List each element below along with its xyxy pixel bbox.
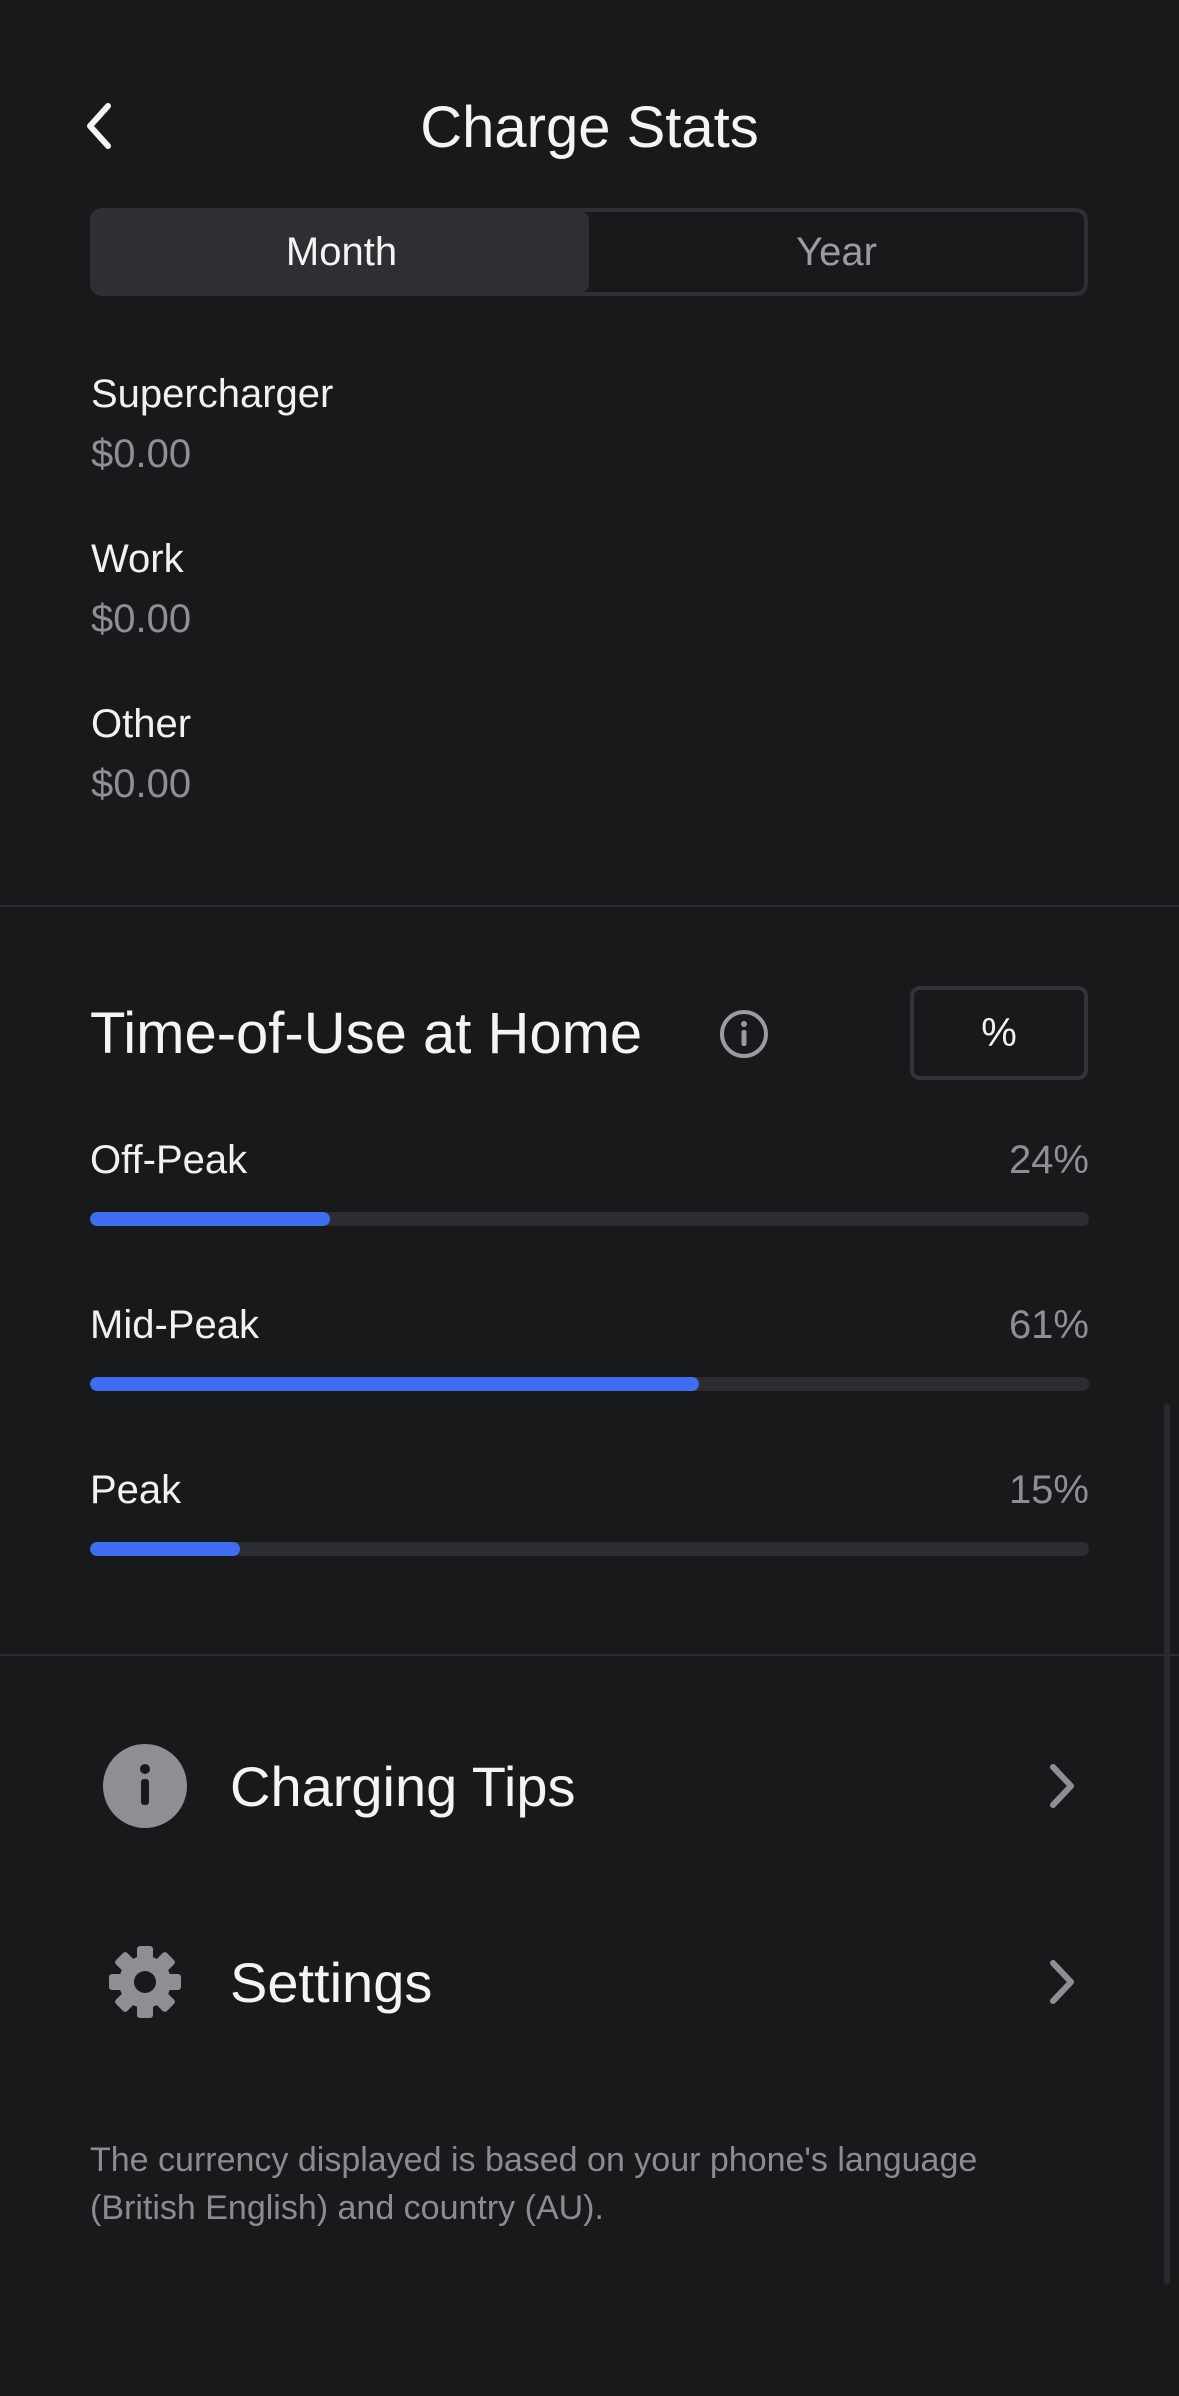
chevron-right-icon [1033,1954,1089,2010]
location-name: Other [91,702,192,746]
tou-percent: 61% [1008,1302,1089,1347]
charging-tips-row[interactable]: Charging Tips [90,1716,1089,1856]
period-segmented-control: Month Year [90,208,1088,296]
progress-track [90,1377,1089,1391]
tou-percent: 15% [1008,1467,1089,1512]
tou-label: Mid-Peak [90,1302,259,1347]
gear-icon [90,1927,200,2037]
charging-tips-label: Charging Tips [230,1754,576,1818]
settings-row[interactable]: Settings [90,1912,1089,2052]
section-divider [0,1654,1179,1656]
tab-month[interactable]: Month [94,212,589,292]
location-work: Work $0.00 [91,531,1089,696]
progress-track [90,1542,1089,1556]
progress-fill [90,1212,330,1226]
chevron-right-icon [1033,1758,1089,1814]
progress-fill [90,1377,700,1391]
charging-location-list: Supercharger $0.00 Work $0.00 Other $0.0… [91,366,1089,861]
tou-row-peak: Peak 15% [90,1462,1089,1627]
settings-label: Settings [230,1950,433,2014]
section-divider [0,905,1179,907]
time-of-use-title: Time-of-Use at Home [90,1001,643,1066]
currency-footnote: The currency displayed is based on your … [90,2141,978,2227]
tou-row-off-peak: Off-Peak 24% [90,1132,1089,1297]
location-cost: $0.00 [91,597,192,641]
info-icon[interactable] [718,1008,770,1060]
scrollbar[interactable] [1164,1404,1170,2284]
tou-label: Off-Peak [90,1137,248,1182]
location-name: Supercharger [91,372,334,416]
tou-percent: 24% [1008,1137,1089,1182]
location-cost: $0.00 [91,762,192,806]
tou-row-mid-peak: Mid-Peak 61% [90,1297,1089,1462]
location-other: Other $0.00 [91,696,1089,861]
location-cost: $0.00 [91,432,192,476]
tou-label: Peak [90,1467,182,1512]
page-title: Charge Stats [420,95,759,160]
unit-toggle-button[interactable]: % [910,986,1088,1080]
progress-track [90,1212,1089,1226]
info-circle-icon [90,1731,200,1841]
time-of-use-list: Off-Peak 24% Mid-Peak 61% Peak 15% [90,1132,1089,1627]
location-name: Work [91,537,184,581]
progress-fill [90,1542,240,1556]
tab-year[interactable]: Year [589,212,1084,292]
location-supercharger: Supercharger $0.00 [91,366,1089,531]
